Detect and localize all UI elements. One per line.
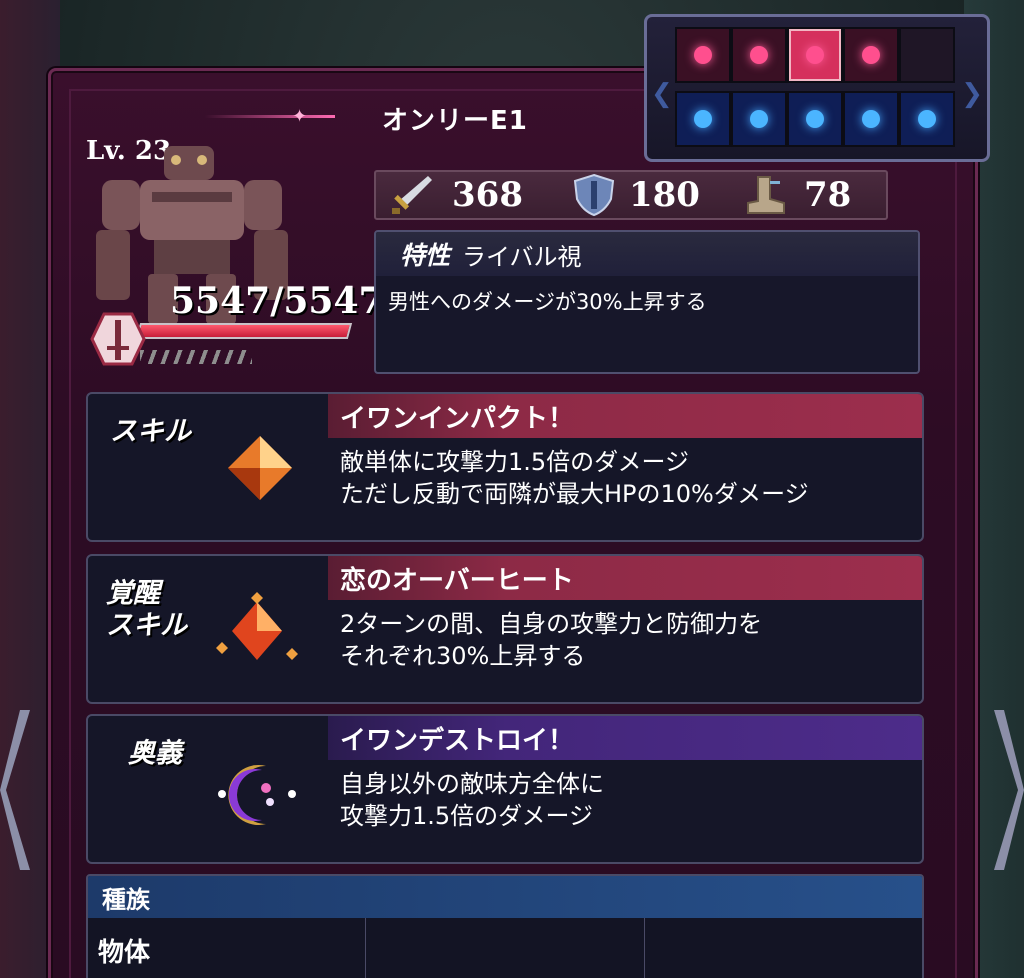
trait-description: 男性へのダメージが30%上昇する [388,290,707,314]
defense-stat: 180 [573,173,700,217]
ultimate-name: イワンデストロイ！ [328,716,922,760]
formation-cell [787,91,843,147]
ultimate-label: 奥義 [128,738,182,769]
enemy-marker-icon [806,46,824,64]
formation-cell [899,91,955,147]
skill-box: イワンインパクト！ スキル 敵単体に攻撃力1.5倍のダメージ ただし反動で両隣が… [86,392,924,542]
formation-cell [731,27,787,83]
formation-left-chevron-icon: ❮ [651,79,673,109]
formation-cell [675,91,731,147]
skill-name: イワンインパクト！ [328,394,922,438]
formation-right-chevron-icon: ❯ [961,79,983,109]
species-cell: 物体 [88,918,367,978]
ultimate-description: 自身以外の敵味方全体に 攻撃力1.5倍のダメージ [340,770,604,830]
trait-name: ライバル視 [462,242,582,271]
formation-cell-empty [899,27,955,83]
defense-value: 180 [628,175,700,215]
skill-description: 敵単体に攻撃力1.5倍のダメージ ただし反動で両隣が最大HPの10%ダメージ [340,448,809,508]
previous-unit-arrow-icon[interactable] [0,710,34,870]
speed-stat: 78 [744,173,851,217]
awaken-skill-label: 覚醒 スキル [106,578,187,641]
species-cell [366,918,645,978]
hp-bar [135,323,353,339]
formation-grid: ❮ ❯ [644,14,990,162]
title-decoration [205,115,335,118]
stats-bar: 368 180 78 [374,170,888,220]
enemy-marker-icon [862,46,880,64]
trait-header: 特性 ライバル視 [376,232,918,276]
hp-value: 5547/5547 [170,280,384,322]
species-table: 種族 物体 [86,874,924,978]
class-sword-badge-icon [90,312,146,366]
ally-marker-icon [694,110,712,128]
enemy-marker-icon [694,46,712,64]
awaken-crystal-icon [216,592,298,660]
attack-value: 368 [452,175,523,215]
ally-marker-icon [862,110,880,128]
formation-cell [731,91,787,147]
enemy-marker-icon [750,46,768,64]
trait-box: 特性 ライバル視 男性へのダメージが30%上昇する [374,230,920,374]
species-row: 物体 [88,918,922,978]
gauge-stripes [140,350,252,364]
awaken-skill-box: 恋のオーバーヒート 覚醒 スキル 2ターンの間、自身の攻撃力と防御力を それぞれ… [86,554,924,704]
species-cell [645,918,922,978]
speed-value: 78 [803,175,852,215]
sword-icon [392,176,432,214]
ally-marker-icon [806,110,824,128]
species-header: 種族 [88,876,922,918]
awaken-skill-name: 恋のオーバーヒート [328,556,922,600]
unit-name: オンリーE1 [382,106,528,136]
formation-cell [843,91,899,147]
next-unit-arrow-icon[interactable] [990,710,1024,870]
skill-label: スキル [110,416,191,447]
formation-ally-row [675,91,955,147]
sparkle-icon: ✦ [292,106,308,127]
formation-enemy-row [675,27,955,83]
attack-stat: 368 [388,172,523,218]
ultimate-moon-icon [218,765,296,825]
shield-icon [573,173,615,217]
hp-bar-fill [138,325,350,337]
formation-cell [843,27,899,83]
awaken-skill-description: 2ターンの間、自身の攻撃力と防御力を それぞれ30%上昇する [340,610,763,670]
formation-cell-selected [787,27,843,83]
ally-marker-icon [750,110,768,128]
skill-crystal-icon [228,436,292,500]
boot-icon [746,176,785,214]
ally-marker-icon [918,110,936,128]
ultimate-box: イワンデストロイ！ 奥義 自身以外の敵味方全体に 攻撃力1.5倍のダメージ [86,714,924,864]
formation-cell [675,27,731,83]
trait-tag: 特性 [400,241,451,270]
